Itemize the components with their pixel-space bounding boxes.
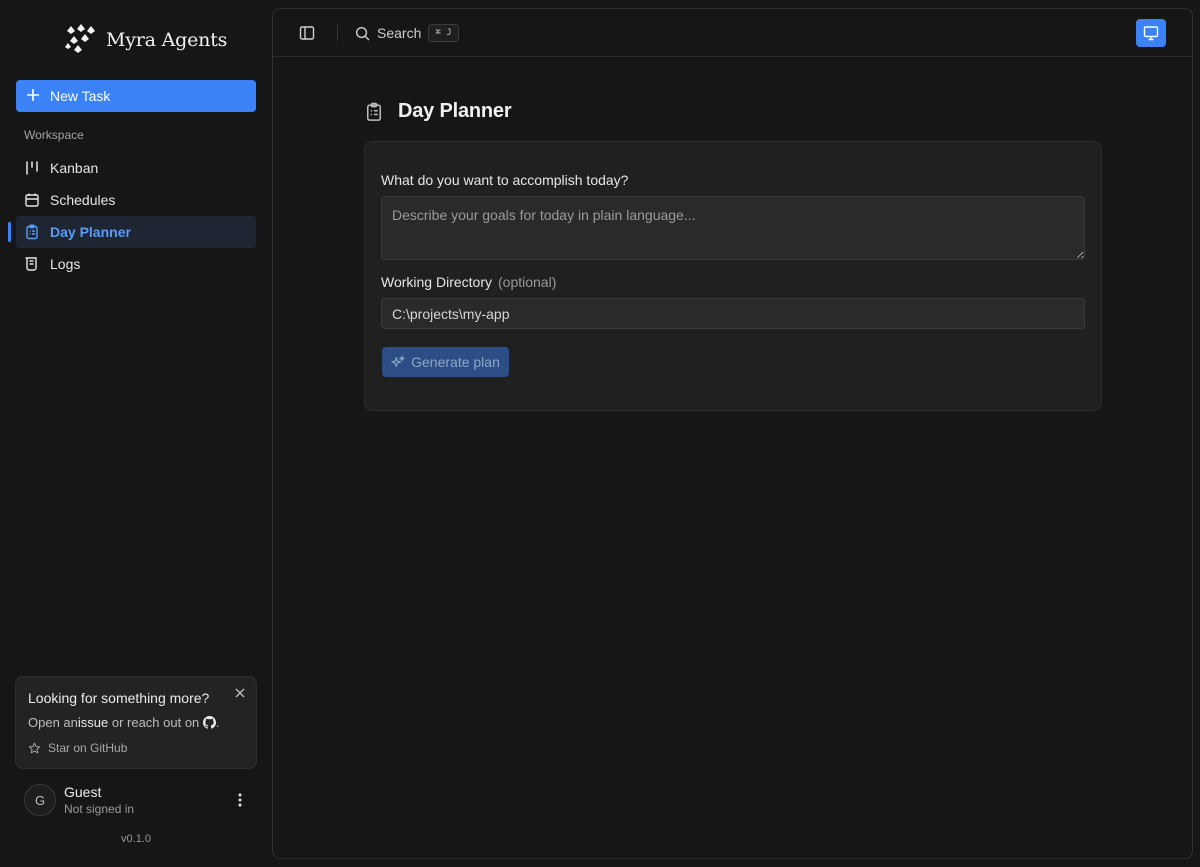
- app-name: Myra Agents: [106, 29, 228, 51]
- promo-title: Looking for something more?: [28, 690, 210, 706]
- sidebar-nav: Kanban Schedules Day Planner Logs: [8, 152, 256, 280]
- search-label: Search: [377, 25, 422, 41]
- sidebar-item-label: Kanban: [50, 160, 99, 176]
- sparkles-icon: [391, 355, 405, 369]
- sidebar-item-logs[interactable]: Logs: [16, 248, 256, 280]
- section-label-workspace: Workspace: [24, 128, 84, 142]
- search-icon: [355, 26, 370, 41]
- promo-card: Looking for something more? Open an issu…: [15, 676, 257, 769]
- goals-textarea[interactable]: [381, 196, 1085, 260]
- star-label: Star on GitHub: [48, 741, 128, 755]
- promo-text: .: [215, 715, 220, 730]
- sidebar-item-schedules[interactable]: Schedules: [16, 184, 256, 216]
- goals-label: What do you want to accomplish today?: [381, 172, 629, 188]
- calendar-icon: [24, 192, 40, 208]
- new-task-button[interactable]: New Task: [16, 80, 256, 112]
- generate-plan-button[interactable]: Generate plan: [382, 347, 509, 377]
- page-header: Day Planner: [364, 100, 512, 123]
- promo-body: Open an issue or reach out on .: [28, 715, 220, 730]
- sidebar-item-day-planner[interactable]: Day Planner: [8, 216, 256, 248]
- version-label: v0.1.0: [121, 833, 151, 845]
- search-button[interactable]: Search ⌘ J: [355, 22, 459, 44]
- plus-icon: [26, 88, 40, 105]
- generate-plan-label: Generate plan: [411, 354, 500, 370]
- working-directory-input[interactable]: [381, 298, 1085, 329]
- sidebar-toggle-icon[interactable]: [299, 25, 315, 41]
- clipboard-icon: [364, 102, 384, 122]
- issue-link[interactable]: issue: [78, 715, 108, 730]
- sidebar-item-label: Schedules: [50, 192, 116, 208]
- page-title: Day Planner: [398, 100, 512, 122]
- planner-form-card: What do you want to accomplish today? Wo…: [364, 141, 1102, 411]
- topbar: Search ⌘ J: [273, 9, 1192, 57]
- app-logo[interactable]: Myra Agents: [64, 23, 228, 58]
- sidebar-item-label: Day Planner: [50, 224, 131, 240]
- logo-icon: [64, 23, 98, 58]
- clipboard-icon: [24, 224, 40, 240]
- sidebar-item-label: Logs: [50, 256, 81, 272]
- sidebar: Myra Agents New Task Workspace Kanban Sc…: [0, 0, 272, 867]
- close-icon[interactable]: [234, 686, 246, 698]
- display-mode-button[interactable]: [1136, 19, 1166, 47]
- directory-label: Working Directory: [381, 274, 492, 290]
- star-icon: [28, 742, 41, 755]
- app-window: Myra Agents New Task Workspace Kanban Sc…: [0, 0, 1200, 867]
- user-profile: G Guest Not signed in: [24, 784, 256, 816]
- topbar-divider: [337, 25, 338, 41]
- kanban-icon: [24, 160, 40, 176]
- promo-text: Open an: [28, 715, 78, 730]
- new-task-label: New Task: [50, 88, 111, 104]
- more-vertical-icon[interactable]: [234, 792, 246, 808]
- sidebar-item-kanban[interactable]: Kanban: [16, 152, 256, 184]
- user-status: Not signed in: [64, 802, 135, 816]
- star-on-github-button[interactable]: Star on GitHub: [28, 741, 127, 755]
- user-name: Guest: [64, 784, 102, 800]
- avatar[interactable]: G: [24, 784, 56, 816]
- promo-text: or reach out on: [108, 715, 203, 730]
- optional-hint: (optional): [498, 274, 557, 290]
- directory-label-row: Working Directory (optional): [381, 274, 556, 290]
- github-icon[interactable]: [202, 716, 216, 729]
- monitor-icon: [1143, 25, 1159, 41]
- main-panel: Search ⌘ J Day Planner What do you want …: [272, 8, 1193, 859]
- scroll-icon: [24, 256, 40, 272]
- search-shortcut: ⌘ J: [428, 24, 459, 42]
